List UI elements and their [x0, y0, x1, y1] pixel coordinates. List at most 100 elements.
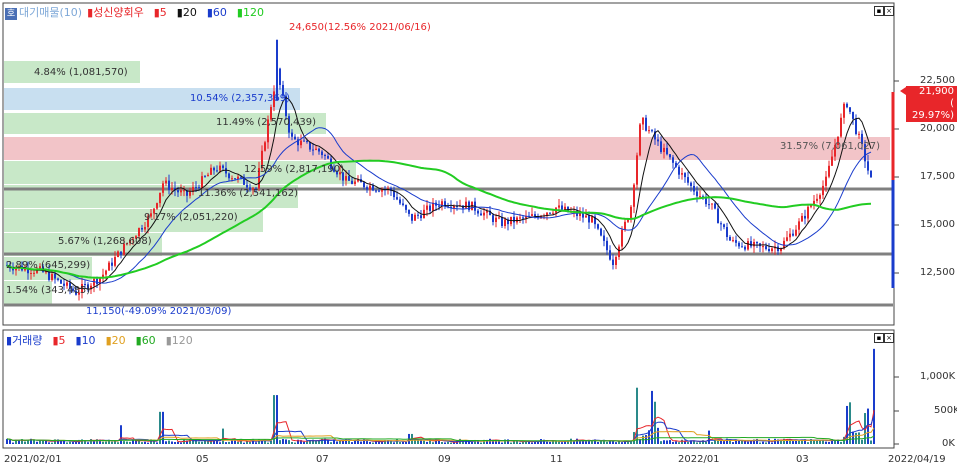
volume-bar: [678, 442, 680, 444]
candle-body: [108, 262, 110, 271]
candle-body: [855, 118, 857, 134]
volume-bar: [42, 440, 44, 444]
volume-bar: [549, 441, 551, 444]
volume-bar: [66, 442, 68, 444]
volume-bar: [516, 441, 518, 444]
candle-body: [396, 197, 398, 200]
volume-bar: [120, 425, 122, 444]
candle-body: [666, 147, 668, 155]
candle-body: [429, 205, 431, 211]
volume-bar: [681, 439, 683, 444]
date-tick: 2022/04/19: [888, 454, 946, 465]
candle-body: [498, 217, 500, 219]
volume-bar: [849, 402, 851, 444]
volume-bar: [612, 441, 614, 444]
candle-body: [141, 228, 143, 230]
profile-label-5: 12.59% (2,817,190): [244, 164, 345, 175]
profile-label-6: 11.36% (2,541,162): [198, 188, 299, 199]
candle-body: [792, 233, 794, 236]
candle-body: [870, 170, 872, 178]
candle-body: [732, 240, 734, 242]
candle-body: [195, 187, 197, 189]
candle-body: [96, 278, 98, 285]
volume-bar: [147, 442, 149, 444]
volume-bar: [720, 440, 722, 444]
candle-body: [663, 147, 665, 153]
candle-body: [54, 274, 56, 279]
volume-bar: [585, 441, 587, 444]
candle-body: [348, 176, 350, 181]
candle-body: [726, 227, 728, 238]
corner-button[interactable]: 호: [5, 8, 17, 20]
volume-bar: [369, 441, 371, 444]
volume-bar: [762, 441, 764, 444]
candle-body: [315, 148, 317, 150]
candle-body: [501, 217, 503, 227]
candle-body: [786, 237, 788, 241]
volume-bar: [285, 439, 287, 444]
candle-body: [399, 199, 401, 204]
volume-bar: [9, 439, 11, 444]
volume-minimize-icon[interactable]: ▪: [874, 333, 884, 343]
candle-body: [636, 155, 638, 185]
candle-body: [843, 103, 845, 118]
volume-bar: [306, 441, 308, 444]
volume-bar: [336, 441, 338, 444]
candle-body: [840, 117, 842, 137]
candle-body: [720, 223, 722, 225]
volume-bar: [546, 441, 548, 444]
candle-body: [180, 190, 182, 193]
candle-body: [417, 214, 419, 216]
ma20-legend: ▮20: [176, 6, 197, 19]
candle-body: [624, 221, 626, 230]
candle-body: [828, 165, 830, 177]
candle-body: [159, 192, 161, 204]
ma60-legend: ▮60: [206, 6, 227, 19]
high-annotation: 24,650(12.56% 2021/06/16): [289, 22, 431, 33]
volume-bar: [615, 442, 617, 444]
volume-bar: [795, 441, 797, 444]
candle-body: [465, 201, 467, 209]
candle-body: [597, 224, 599, 229]
candle-body: [693, 185, 695, 192]
price-tick: 12,500: [920, 267, 955, 278]
candle-body: [741, 246, 743, 248]
date-tick: 09: [438, 454, 451, 465]
candle-body: [684, 173, 686, 178]
candle-body: [411, 213, 413, 221]
candle-body: [561, 205, 563, 210]
volume-bar: [6, 438, 8, 444]
volume-bar: [705, 441, 707, 444]
close-icon[interactable]: ×: [884, 6, 894, 16]
stock-chart[interactable]: [0, 0, 957, 470]
volume-bar: [651, 390, 653, 444]
candle-body: [303, 140, 305, 142]
candle-body: [789, 233, 791, 238]
volume-bar: [495, 441, 497, 444]
candle-body: [633, 184, 635, 207]
candle-body: [438, 205, 440, 207]
volume-bar: [696, 442, 698, 444]
volume-bar: [663, 440, 665, 444]
candle-body: [369, 185, 371, 190]
candle-body: [93, 278, 95, 286]
volume-bar: [741, 440, 743, 444]
candle-body: [513, 216, 515, 223]
minimize-icon[interactable]: ▪: [874, 6, 884, 16]
candle-body: [114, 257, 116, 266]
date-tick: 03: [796, 454, 809, 465]
candle-body: [822, 185, 824, 196]
candle-body: [699, 196, 701, 198]
volume-bar: [561, 442, 563, 444]
candle-body: [363, 182, 365, 188]
candle-body: [642, 117, 644, 125]
volume-bar: [156, 442, 158, 444]
volume-bar: [597, 442, 599, 444]
volume-bar: [432, 442, 434, 444]
volume-bar: [402, 441, 404, 444]
volume-bar: [813, 440, 815, 444]
volume-bar: [687, 442, 689, 444]
candle-body: [144, 227, 146, 230]
candle-body: [165, 180, 167, 184]
volume-close-icon[interactable]: ×: [884, 333, 894, 343]
